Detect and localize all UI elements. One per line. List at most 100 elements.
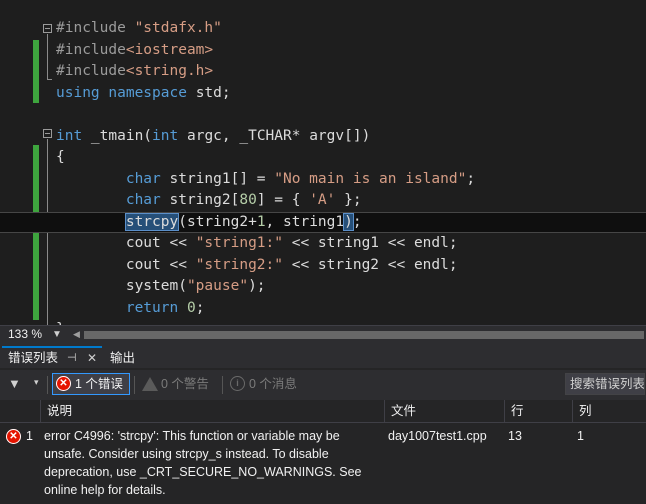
code-line-text: #include<iostream> xyxy=(56,40,213,61)
error-list-toolbar: ▼ ▾ ✕ 1 个错误 0 个警告 i 0 个消息 搜索错误列表 xyxy=(0,370,646,400)
close-icon[interactable]: ✕ xyxy=(87,348,97,368)
code-token: 80 xyxy=(239,192,257,208)
code-line[interactable]: char string2[80] = { 'A' }; xyxy=(0,190,646,211)
divider xyxy=(47,376,48,394)
chevron-down-icon[interactable]: ▾ xyxy=(34,377,39,388)
error-line: 13 xyxy=(508,429,522,443)
code-token: #include xyxy=(56,41,126,58)
code-token: <string.h> xyxy=(125,63,214,79)
divider xyxy=(222,376,223,394)
code-line-text: cout << "string2:" << string2 << endl; xyxy=(56,255,458,276)
code-line[interactable]: #include<string.h> xyxy=(0,61,646,82)
code-token: ] = { xyxy=(256,192,310,208)
code-line-text: char string1[] = "No main is an island"; xyxy=(56,169,475,190)
code-line[interactable]: cout << "string1:" << string1 << endl; xyxy=(0,233,646,254)
zoom-level[interactable]: 133 % xyxy=(8,327,42,341)
code-token: "string1:" xyxy=(195,235,283,251)
warning-icon xyxy=(142,377,158,391)
panel-tabs: 错误列表 ⊣ ✕ 输出 xyxy=(0,344,646,368)
table-row[interactable]: ✕ 1 error C4996: 'strcpy': This function… xyxy=(0,423,646,504)
code-line-text: #include "stdafx.h" xyxy=(56,18,222,39)
code-token: "stdafx.h" xyxy=(134,20,222,36)
code-token: cout << xyxy=(56,235,196,251)
code-line-text: { xyxy=(56,147,65,168)
column-header-file[interactable]: 文件 xyxy=(384,400,504,422)
code-line-text: int _tmain(int argc, _TCHAR* argv[]) xyxy=(56,126,370,147)
error-list-header: 说明 文件 行 列 xyxy=(0,400,646,423)
code-line[interactable] xyxy=(0,104,646,125)
tab-output[interactable]: 输出 xyxy=(104,348,141,368)
code-token: "string2:" xyxy=(195,256,283,273)
pin-icon[interactable]: ⊣ xyxy=(67,348,77,368)
code-token: 1 xyxy=(256,213,266,230)
code-token: ; xyxy=(466,170,476,187)
code-editor[interactable]: #include "stdafx.h" #include<iostream> #in… xyxy=(0,0,646,325)
horizontal-scrollbar[interactable] xyxy=(84,331,644,339)
code-token: ; xyxy=(195,299,205,316)
column-header-column[interactable]: 列 xyxy=(572,400,646,422)
code-line[interactable]: system("pause"); xyxy=(0,276,646,297)
code-line-text: return 0; xyxy=(56,298,205,319)
code-line[interactable]: char string1[] = "No main is an island"; xyxy=(0,169,646,190)
code-token: ) xyxy=(343,212,354,231)
filter-icon[interactable]: ▼ xyxy=(8,376,21,391)
error-icon: ✕ xyxy=(6,429,21,444)
messages-count-label: 0 个消息 xyxy=(249,377,297,391)
messages-filter-button[interactable]: i 0 个消息 xyxy=(226,373,304,395)
code-token: << string2 << endl; xyxy=(283,256,458,273)
code-line[interactable]: int _tmain(int argc, _TCHAR* argv[]) xyxy=(0,126,646,147)
code-line-text: system("pause"); xyxy=(56,276,266,297)
errors-filter-button[interactable]: ✕ 1 个错误 xyxy=(52,373,130,395)
code-token: char xyxy=(125,192,161,208)
code-token: ); xyxy=(248,278,266,294)
code-line-text: char string2[80] = { 'A' }; xyxy=(56,190,362,211)
info-icon: i xyxy=(230,376,245,391)
error-file: day1007test1.cpp xyxy=(388,429,487,443)
warnings-filter-button[interactable]: 0 个警告 xyxy=(138,373,220,395)
code-token: { xyxy=(56,149,65,165)
column-header-description[interactable]: 说明 xyxy=(40,400,384,422)
code-token: system( xyxy=(56,278,187,294)
scroll-left-icon[interactable]: ◀ xyxy=(73,326,80,343)
code-token: char xyxy=(125,170,161,187)
code-token: int xyxy=(152,127,179,144)
code-line[interactable]: #include<iostream> xyxy=(0,40,646,61)
code-line[interactable]: using namespace std; xyxy=(0,83,646,104)
zoom-dropdown-icon[interactable]: ▼ xyxy=(52,326,62,343)
code-line[interactable]: { xyxy=(0,147,646,168)
code-token: , string1 xyxy=(265,213,345,230)
error-icon: ✕ xyxy=(56,376,71,391)
warnings-count-label: 0 个警告 xyxy=(161,377,209,391)
code-token: return xyxy=(125,299,179,316)
code-token: string1[] = xyxy=(160,170,275,187)
code-token: int xyxy=(56,127,83,144)
code-token: string2[ xyxy=(160,192,240,208)
error-list-panel: 错误列表 ⊣ ✕ 输出 ▼ ▾ ✕ 1 个错误 0 个警告 i 0 个消息 搜索… xyxy=(0,344,646,504)
search-input[interactable]: 搜索错误列表 xyxy=(565,373,645,395)
editor-status-strip: 133 % ▼ ◀ xyxy=(0,325,646,344)
code-token: namespace xyxy=(108,84,187,101)
code-token: argc, _TCHAR* argv[]) xyxy=(178,127,371,144)
code-token: (string2+ xyxy=(178,213,257,230)
code-token: << string1 << endl; xyxy=(283,235,458,251)
code-token: cout << xyxy=(56,256,196,273)
code-line-text: strcpy(string2+1, string1); xyxy=(56,212,362,232)
tab-error-list[interactable]: 错误列表 ⊣ ✕ xyxy=(2,346,102,368)
row-index: 1 xyxy=(26,429,33,443)
code-token: }; xyxy=(335,192,362,208)
error-column: 1 xyxy=(577,429,584,443)
column-header-line[interactable]: 行 xyxy=(504,400,572,422)
code-token: <iostream> xyxy=(125,41,214,58)
code-token: "pause" xyxy=(186,278,249,294)
code-line[interactable]: #include "stdafx.h" xyxy=(0,18,646,39)
code-line[interactable]: strcpy(string2+1, string1); xyxy=(0,211,646,233)
code-line[interactable]: return 0; xyxy=(0,298,646,319)
code-line[interactable]: cout << "string2:" << string2 << endl; xyxy=(0,255,646,276)
code-line-text: using namespace std; xyxy=(56,83,231,104)
code-line-text: #include<string.h> xyxy=(56,61,213,82)
code-token: using xyxy=(56,84,100,101)
tab-error-list-label: 错误列表 xyxy=(8,351,59,365)
